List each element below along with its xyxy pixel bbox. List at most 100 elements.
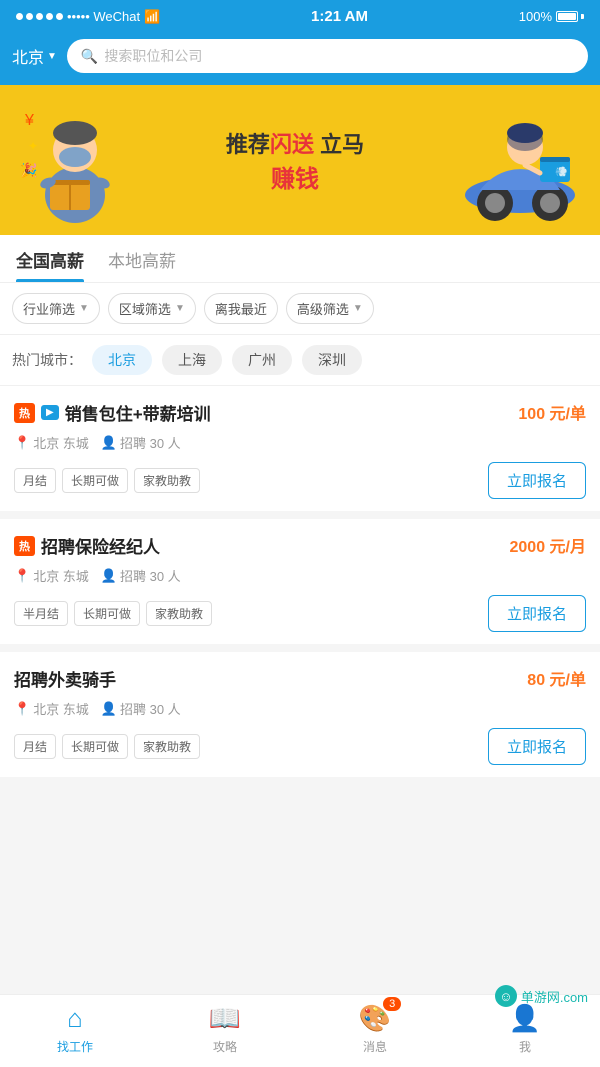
search-placeholder: 搜索职位和公司 xyxy=(104,46,202,66)
filter-nearby[interactable]: 离我最近 xyxy=(204,293,278,324)
nav-guide[interactable]: 📖 攻略 xyxy=(150,1003,300,1055)
apply-btn-3[interactable]: 立即报名 xyxy=(488,728,586,765)
tag-2-1: 长期可做 xyxy=(74,601,140,626)
wechat-label: ••••• WeChat xyxy=(67,9,140,24)
filter-industry[interactable]: 行业筛选 ▼ xyxy=(12,293,100,324)
job-tags-row-1: 月结 长期可做 家教助教 立即报名 xyxy=(14,462,586,499)
hot-badge-2: 热 xyxy=(14,536,35,556)
tag-3-1: 长期可做 xyxy=(62,734,128,759)
search-bar[interactable]: 🔍 搜索职位和公司 xyxy=(67,39,588,73)
nav-profile-label: 我 xyxy=(519,1038,531,1055)
apply-btn-1[interactable]: 立即报名 xyxy=(488,462,586,499)
filter-advanced-arrow: ▼ xyxy=(353,303,363,314)
city-guangzhou[interactable]: 广州 xyxy=(232,345,292,375)
tabs-bar: 全国高薪 本地高薪 xyxy=(0,235,600,283)
tag-1-0: 月结 xyxy=(14,468,56,493)
banner-right-figure: 💨 xyxy=(460,95,580,225)
job-title-1: 销售包住+带薪培训 xyxy=(65,400,211,425)
filter-industry-arrow: ▼ xyxy=(79,303,89,314)
wifi-icon: 📶 xyxy=(144,9,160,25)
hiring-2: 👤 招聘 30 人 xyxy=(101,566,181,585)
banner-suffix: 立马 xyxy=(314,132,364,157)
nav-find-job[interactable]: ⌂ 找工作 xyxy=(0,1003,150,1055)
location-3: 📍 北京 东城 xyxy=(14,699,89,718)
hot-cities: 热门城市： 北京 上海 广州 深圳 xyxy=(0,335,600,386)
job-tags-3: 月结 长期可做 家教助教 xyxy=(14,734,200,759)
job-title-2: 招聘保险经纪人 xyxy=(41,533,160,558)
job-salary-2: 2000 元/月 xyxy=(510,533,587,557)
banner-line2: 赚钱 xyxy=(130,159,460,194)
nav-profile[interactable]: 👤 我 xyxy=(450,1003,600,1055)
job-tags-row-3: 月结 长期可做 家教助教 立即报名 xyxy=(14,728,586,765)
job-meta-3: 📍 北京 东城 👤 招聘 30 人 xyxy=(14,699,586,718)
hot-badge-1: 热 xyxy=(14,403,35,423)
job-title-3: 招聘外卖骑手 xyxy=(14,666,116,691)
tab-local[interactable]: 本地高薪 xyxy=(108,247,176,282)
job-card-2-header: 热 招聘保险经纪人 2000 元/月 xyxy=(14,533,586,558)
people-icon-3: 👤 xyxy=(101,701,117,717)
tag-2-0: 半月结 xyxy=(14,601,68,626)
job-tags-2: 半月结 长期可做 家教助教 xyxy=(14,601,212,626)
profile-icon: 👤 xyxy=(509,1003,541,1034)
watermark-text: 单游网.com xyxy=(521,987,588,1006)
location-icon-1: 📍 xyxy=(14,435,30,451)
banner[interactable]: ¥ ✦ 🎉 推荐闪送 立马 赚钱 xyxy=(0,85,600,235)
banner-text: 推荐闪送 立马 赚钱 xyxy=(130,127,460,194)
svg-text:✦: ✦ xyxy=(28,139,38,153)
home-icon: ⌂ xyxy=(67,1003,83,1034)
hiring-3: 👤 招聘 30 人 xyxy=(101,699,181,718)
guide-icon: 📖 xyxy=(209,1003,241,1034)
city-arrow-icon: ▼ xyxy=(47,51,57,62)
filters-bar: 行业筛选 ▼ 区域筛选 ▼ 离我最近 高级筛选 ▼ xyxy=(0,283,600,335)
job-title-row-2: 热 招聘保险经纪人 xyxy=(14,533,510,558)
apply-btn-2[interactable]: 立即报名 xyxy=(488,595,586,632)
tag-3-0: 月结 xyxy=(14,734,56,759)
city-beijing[interactable]: 北京 xyxy=(92,345,152,375)
status-time: 1:21 AM xyxy=(311,8,368,25)
filter-advanced[interactable]: 高级筛选 ▼ xyxy=(286,293,374,324)
banner-content: ¥ ✦ 🎉 推荐闪送 立马 赚钱 xyxy=(0,95,600,225)
job-card-1-header: 热 ▶ 销售包住+带薪培训 100 元/单 xyxy=(14,400,586,425)
watermark: ☺ 单游网.com xyxy=(495,985,588,1007)
job-card-3-header: 招聘外卖骑手 80 元/单 xyxy=(14,666,586,691)
filter-area-arrow: ▼ xyxy=(175,303,185,314)
location-icon-2: 📍 xyxy=(14,568,30,584)
nav-messages[interactable]: 🎨 3 消息 xyxy=(300,1003,450,1055)
tag-1-2: 家教助教 xyxy=(134,468,200,493)
city-shenzhen[interactable]: 深圳 xyxy=(302,345,362,375)
svg-text:💨: 💨 xyxy=(555,166,567,178)
job-tags-1: 月结 长期可做 家教助教 xyxy=(14,468,200,493)
nav-messages-label: 消息 xyxy=(363,1038,387,1055)
job-salary-1: 100 元/单 xyxy=(518,400,586,424)
header: 北京 ▼ 🔍 搜索职位和公司 xyxy=(0,31,600,85)
hot-cities-label: 热门城市： xyxy=(12,350,82,370)
messages-badge: 3 xyxy=(383,997,401,1011)
battery-indicator xyxy=(556,11,584,22)
job-list: 热 ▶ 销售包住+带薪培训 100 元/单 📍 北京 东城 👤 招聘 30 人 xyxy=(0,386,600,777)
watermark-icon: ☺ xyxy=(495,985,517,1007)
people-icon-2: 👤 xyxy=(101,568,117,584)
city-selector[interactable]: 北京 ▼ xyxy=(12,44,57,68)
job-card-2: 热 招聘保险经纪人 2000 元/月 📍 北京 东城 👤 招聘 30 人 半月结 xyxy=(0,519,600,644)
city-shanghai[interactable]: 上海 xyxy=(162,345,222,375)
signal-dots xyxy=(16,13,63,20)
tab-nationwide[interactable]: 全国高薪 xyxy=(16,247,84,282)
job-meta-1: 📍 北京 东城 👤 招聘 30 人 xyxy=(14,433,586,452)
filter-area[interactable]: 区域筛选 ▼ xyxy=(108,293,196,324)
nav-badge-wrap: 🎨 3 xyxy=(359,1003,391,1034)
video-badge-1: ▶ xyxy=(41,405,59,420)
svg-text:¥: ¥ xyxy=(24,112,34,129)
status-right: 100% xyxy=(519,9,584,24)
job-salary-3: 80 元/单 xyxy=(527,666,586,690)
job-meta-2: 📍 北京 东城 👤 招聘 30 人 xyxy=(14,566,586,585)
tag-2-2: 家教助教 xyxy=(146,601,212,626)
tag-1-1: 长期可做 xyxy=(62,468,128,493)
search-icon: 🔍 xyxy=(81,48,98,65)
job-card-3: 招聘外卖骑手 80 元/单 📍 北京 东城 👤 招聘 30 人 月结 长期可做 xyxy=(0,652,600,777)
tag-3-2: 家教助教 xyxy=(134,734,200,759)
people-icon-1: 👤 xyxy=(101,435,117,451)
location-2: 📍 北京 东城 xyxy=(14,566,89,585)
job-tags-row-2: 半月结 长期可做 家教助教 立即报名 xyxy=(14,595,586,632)
hiring-1: 👤 招聘 30 人 xyxy=(101,433,181,452)
location-icon-3: 📍 xyxy=(14,701,30,717)
